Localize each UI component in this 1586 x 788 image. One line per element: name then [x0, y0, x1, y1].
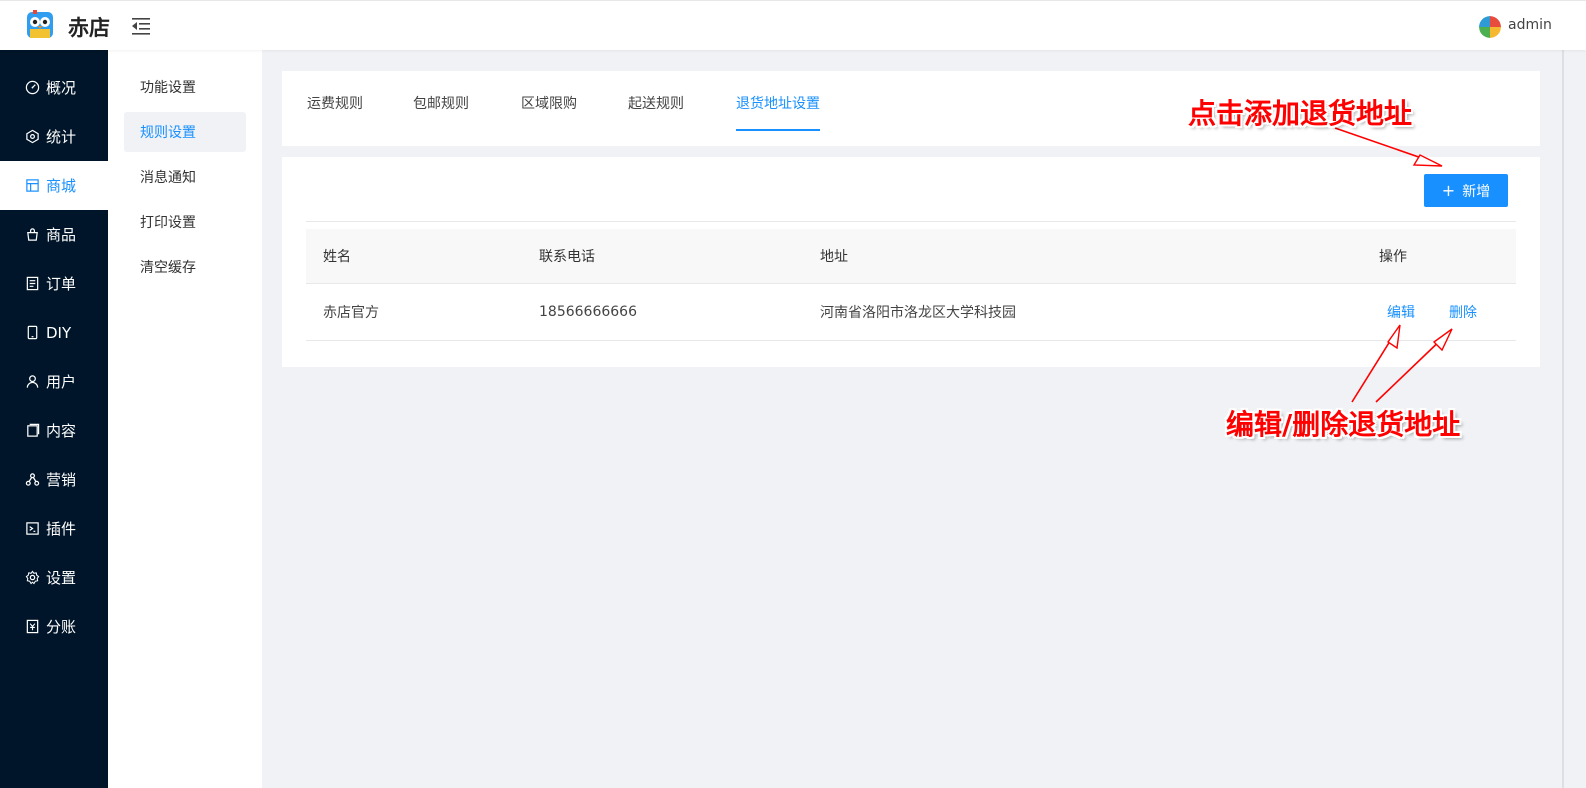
- sidebar-item-label: 用户: [46, 373, 77, 391]
- sidebar-item-users[interactable]: 用户: [0, 357, 108, 406]
- dashboard-icon: [25, 80, 40, 95]
- sidebar-item-content[interactable]: 内容: [0, 406, 108, 455]
- sidebar-item-label: DIY: [46, 323, 72, 342]
- sidebar-item-marketing[interactable]: 营销: [0, 455, 108, 504]
- scrollbar[interactable]: [1562, 50, 1564, 788]
- sidebar-item-products[interactable]: 商品: [0, 210, 108, 259]
- tab-return-address[interactable]: 退货地址设置: [736, 93, 820, 131]
- add-button[interactable]: + 新增: [1424, 174, 1508, 207]
- sidebar-item-label: 内容: [46, 422, 77, 440]
- subnav-item-rule-settings[interactable]: 规则设置: [124, 112, 246, 152]
- diy-icon: [27, 325, 38, 340]
- menu-collapse-icon[interactable]: [130, 16, 152, 36]
- tab-minimum-delivery[interactable]: 起送规则: [628, 93, 684, 131]
- return-address-panel: + 新增 姓名 联系电话 地址 操作 赤店官方 18566666666 河南省洛…: [282, 157, 1540, 367]
- sidebar-item-statistics[interactable]: 统计: [0, 112, 108, 161]
- order-icon: [26, 276, 39, 291]
- table-row: 赤店官方 18566666666 河南省洛阳市洛龙区大学科技园 编辑 删除: [306, 284, 1516, 341]
- app-logo[interactable]: [24, 9, 56, 41]
- sidebar-item-label: 商城: [46, 177, 77, 195]
- annotation-add-hint: 点击添加退货地址: [1188, 97, 1413, 130]
- sidebar-item-overview[interactable]: 概况: [0, 63, 108, 112]
- subnav-item-print-settings[interactable]: 打印设置: [124, 202, 246, 242]
- subnav-item-notifications[interactable]: 消息通知: [124, 157, 246, 197]
- sidebar-item-label: 统计: [46, 128, 77, 146]
- subnav-item-clear-cache[interactable]: 清空缓存: [124, 247, 246, 287]
- avatar[interactable]: [1479, 16, 1501, 38]
- sidebar-item-orders[interactable]: 订单: [0, 259, 108, 308]
- brand-name: 赤店: [68, 16, 110, 40]
- sidebar-item-label: 插件: [46, 520, 77, 538]
- sidebar-item-settings[interactable]: 设置: [0, 553, 108, 602]
- settings-icon: [25, 570, 40, 585]
- sidebar-item-diy[interactable]: DIY: [0, 308, 108, 357]
- sidebar-item-label: 订单: [46, 275, 77, 293]
- sidebar-item-label: 分账: [46, 618, 77, 636]
- table-header: 姓名 联系电话 地址 操作: [306, 229, 1516, 284]
- column-header-phone: 联系电话: [539, 249, 595, 265]
- cell-address: 河南省洛阳市洛龙区大学科技园: [820, 305, 1016, 321]
- product-icon: [27, 228, 38, 241]
- column-header-name: 姓名: [323, 249, 351, 265]
- user-icon: [26, 375, 39, 388]
- username[interactable]: admin: [1508, 17, 1552, 33]
- edit-link[interactable]: 编辑: [1387, 302, 1415, 322]
- tab-shipping-rules[interactable]: 运费规则: [307, 93, 363, 131]
- plugin-icon: [26, 522, 39, 535]
- tab-free-shipping-rules[interactable]: 包邮规则: [413, 93, 469, 131]
- tab-region-restriction[interactable]: 区域限购: [521, 93, 577, 131]
- top-header: 赤店 admin: [0, 0, 1586, 50]
- plus-icon: +: [1441, 180, 1456, 200]
- sidebar-item-label: 设置: [46, 569, 77, 587]
- main-sidebar: 概况 统计 商城 商品 订单 DIY 用户 内容 营销 插件 设置 分账: [0, 50, 108, 788]
- sidebar-item-store[interactable]: 商城: [0, 161, 108, 210]
- column-header-address: 地址: [820, 249, 848, 265]
- subnav-item-function-settings[interactable]: 功能设置: [124, 67, 246, 107]
- cell-name: 赤店官方: [323, 305, 379, 321]
- sidebar-item-plugins[interactable]: 插件: [0, 504, 108, 553]
- marketing-icon: [25, 473, 40, 486]
- sidebar-item-label: 概况: [46, 79, 77, 97]
- delete-link[interactable]: 删除: [1449, 302, 1477, 322]
- annotation-edit-hint: 编辑/删除退货地址: [1226, 408, 1461, 441]
- add-button-label: 新增: [1462, 183, 1491, 200]
- sidebar-item-label: 商品: [46, 226, 77, 244]
- statistics-icon: [26, 129, 39, 144]
- column-header-actions: 操作: [1379, 249, 1407, 265]
- sidebar-item-split-account[interactable]: 分账: [0, 602, 108, 651]
- sidebar-item-label: 营销: [46, 471, 77, 489]
- split-account-icon: [26, 619, 39, 634]
- content-icon: [27, 423, 40, 437]
- cell-phone: 18566666666: [539, 304, 637, 320]
- secondary-sidebar: 功能设置 规则设置 消息通知 打印设置 清空缓存: [108, 50, 262, 788]
- store-icon: [26, 179, 39, 192]
- divider: [306, 221, 1516, 222]
